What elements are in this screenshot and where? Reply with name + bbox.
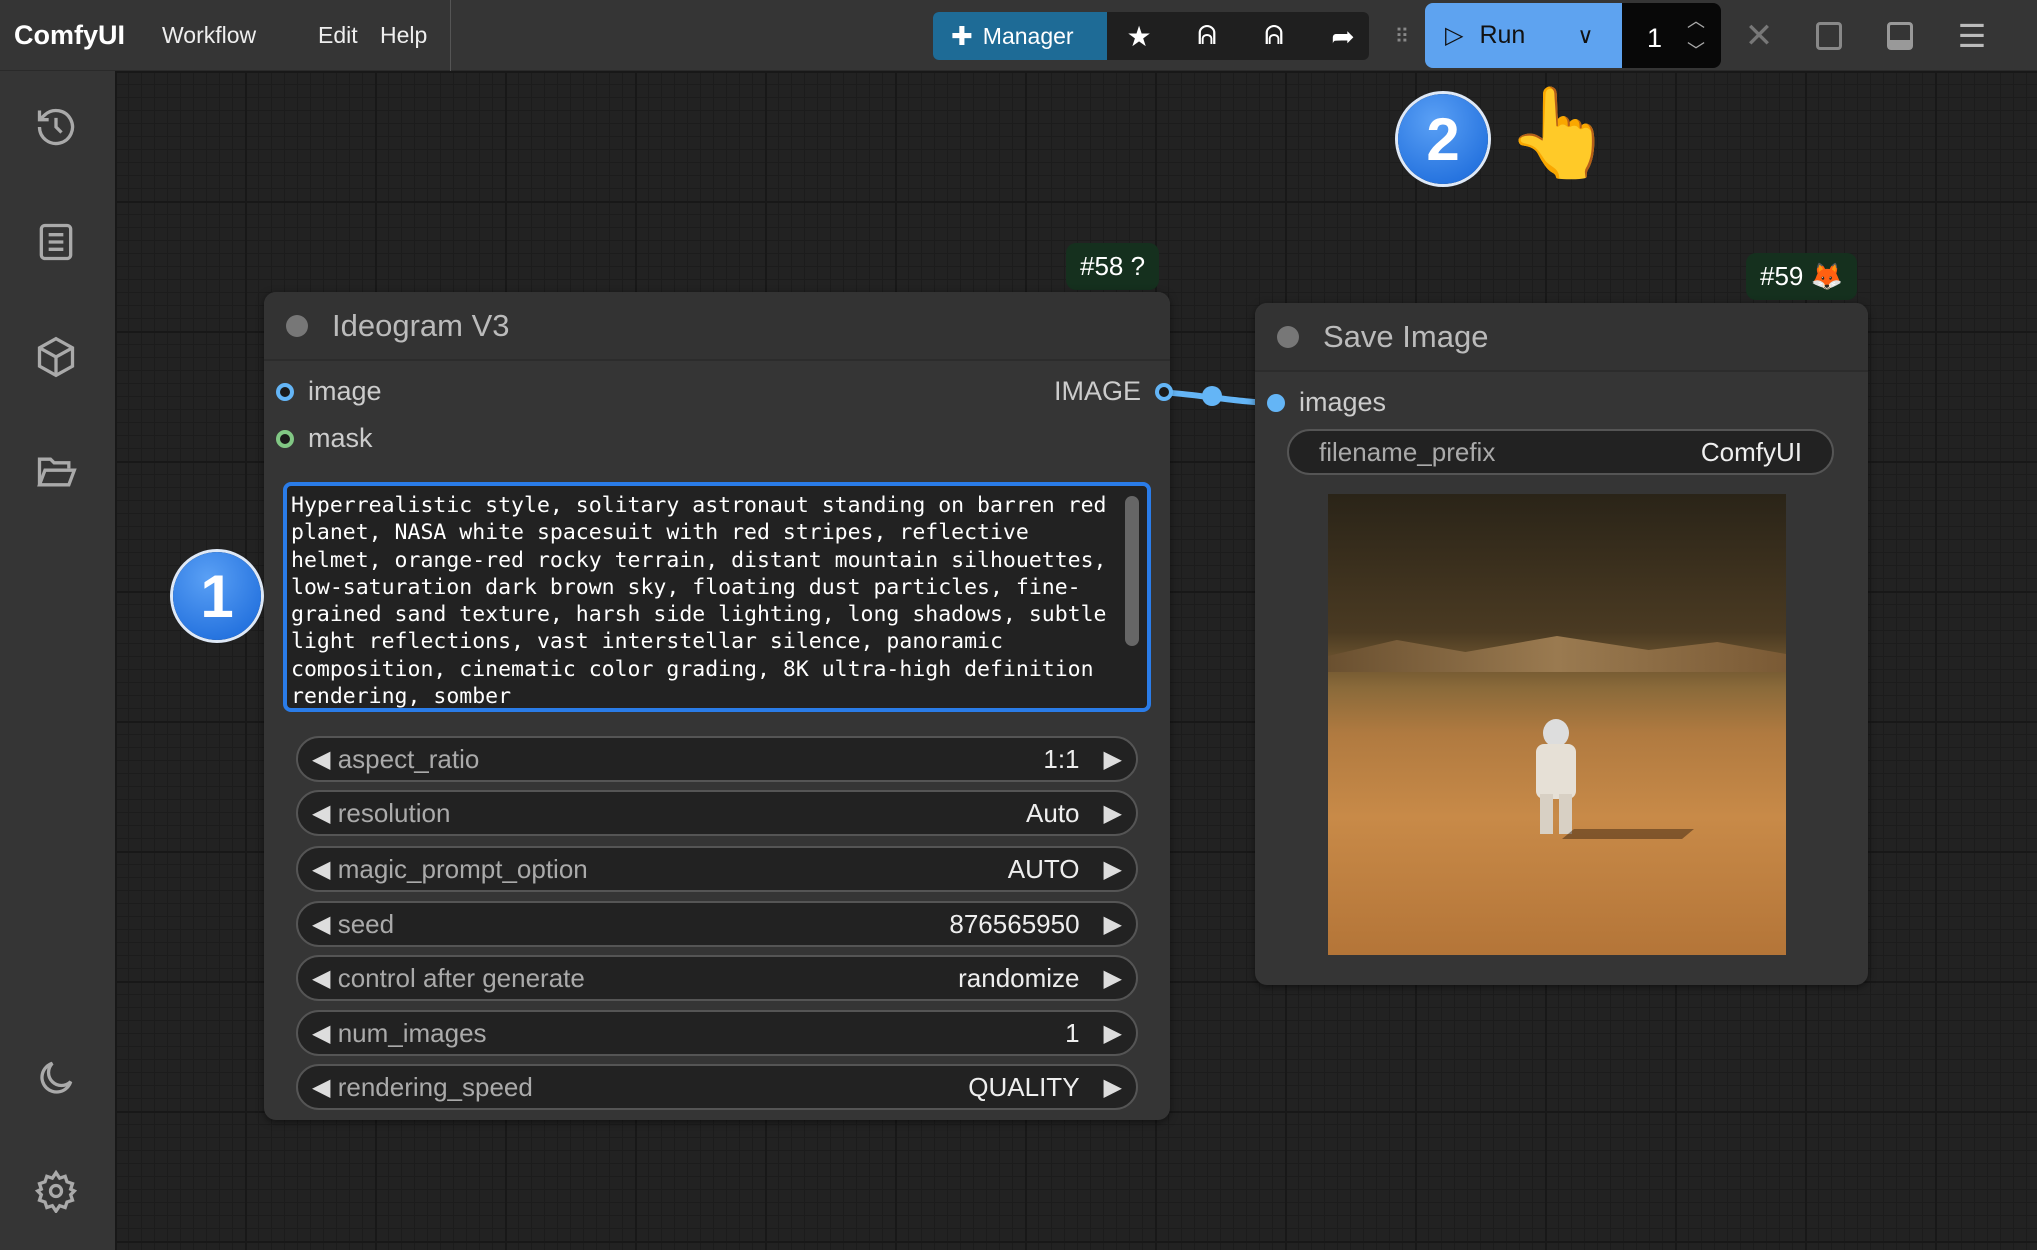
pointing-hand-icon: 👆 — [1505, 82, 1615, 185]
prompt-textarea[interactable]: Hyperrealistic style, solitary astronaut… — [283, 482, 1151, 712]
widget-label: magic_prompt_option — [338, 854, 588, 885]
arrow-right-icon[interactable]: ▶ — [1104, 910, 1122, 939]
scrollbar[interactable] — [1125, 496, 1139, 646]
arrow-right-icon[interactable]: ▶ — [1104, 855, 1122, 884]
arrow-right-icon[interactable]: ▶ — [1104, 799, 1122, 828]
widget-value: AUTO — [1008, 854, 1080, 885]
input-slot-image[interactable]: image — [276, 376, 382, 407]
slot-label: mask — [308, 423, 373, 454]
widget-value: ComfyUI — [1701, 437, 1802, 468]
slot-label: images — [1299, 387, 1386, 418]
widget-aspect-ratio[interactable]: ◀ aspect_ratio 1:1 ▶ — [296, 736, 1138, 782]
widget-label: seed — [338, 909, 394, 940]
input-slot-mask[interactable]: mask — [276, 423, 373, 454]
slot-dot[interactable] — [276, 430, 294, 448]
slot-dot[interactable] — [1155, 383, 1173, 401]
save-image-node[interactable]: Save Image images filename_prefix ComfyUI — [1255, 303, 1868, 985]
widget-resolution[interactable]: ◀ resolution Auto ▶ — [296, 790, 1138, 836]
arrow-right-icon[interactable]: ▶ — [1104, 964, 1122, 993]
widget-label: aspect_ratio — [338, 744, 480, 775]
widget-label: control after generate — [338, 963, 585, 994]
ideogram-v3-node[interactable]: Ideogram V3 image mask IMAGE Hyperrealis… — [264, 292, 1170, 1120]
generated-image-preview[interactable] — [1328, 494, 1786, 955]
output-slot-image[interactable]: IMAGE — [1054, 376, 1173, 407]
slot-label: image — [308, 376, 382, 407]
slot-dot[interactable] — [1267, 394, 1285, 412]
arrow-left-icon[interactable]: ◀ — [312, 799, 330, 828]
widget-value: QUALITY — [968, 1072, 1079, 1103]
arrow-left-icon[interactable]: ◀ — [312, 855, 330, 884]
node-id-badge-58: #58 ? — [1066, 243, 1159, 290]
node-title-bar[interactable]: Ideogram V3 — [264, 292, 1170, 361]
widget-value: 1 — [1065, 1018, 1079, 1049]
widget-label: resolution — [338, 798, 451, 829]
widget-value: randomize — [958, 963, 1079, 994]
arrow-left-icon[interactable]: ◀ — [312, 910, 330, 939]
step-1-annotation: 1 — [173, 552, 261, 640]
prompt-text: Hyperrealistic style, solitary astronaut… — [291, 493, 1119, 709]
widget-rendering-speed[interactable]: ◀ rendering_speed QUALITY ▶ — [296, 1064, 1138, 1110]
widget-num-images[interactable]: ◀ num_images 1 ▶ — [296, 1010, 1138, 1056]
arrow-left-icon[interactable]: ◀ — [312, 964, 330, 993]
widget-value: Auto — [1026, 798, 1080, 829]
node-title: Save Image — [1323, 319, 1488, 355]
widget-value: 876565950 — [949, 909, 1079, 940]
widget-filename-prefix[interactable]: filename_prefix ComfyUI — [1287, 429, 1834, 475]
node-title: Ideogram V3 — [332, 308, 510, 344]
widget-label: num_images — [338, 1018, 487, 1049]
arrow-left-icon[interactable]: ◀ — [312, 1019, 330, 1048]
arrow-right-icon[interactable]: ▶ — [1104, 1073, 1122, 1102]
input-slot-images[interactable]: images — [1267, 387, 1386, 418]
widget-seed[interactable]: ◀ seed 876565950 ▶ — [296, 901, 1138, 947]
widget-label: filename_prefix — [1319, 437, 1495, 468]
node-id-badge-59: #59 🦊 — [1746, 253, 1857, 300]
collapse-dot[interactable] — [1277, 326, 1299, 348]
node-title-bar[interactable]: Save Image — [1255, 303, 1868, 372]
arrow-right-icon[interactable]: ▶ — [1104, 745, 1122, 774]
arrow-left-icon[interactable]: ◀ — [312, 1073, 330, 1102]
step-2-annotation: 2 — [1398, 94, 1488, 184]
arrow-right-icon[interactable]: ▶ — [1104, 1019, 1122, 1048]
arrow-left-icon[interactable]: ◀ — [312, 745, 330, 774]
slot-label: IMAGE — [1054, 376, 1141, 407]
collapse-dot[interactable] — [286, 315, 308, 337]
widget-label: rendering_speed — [338, 1072, 533, 1103]
widget-control-after-generate[interactable]: ◀ control after generate randomize ▶ — [296, 955, 1138, 1001]
slot-dot[interactable] — [276, 383, 294, 401]
widget-value: 1:1 — [1043, 744, 1079, 775]
widget-magic-prompt-option[interactable]: ◀ magic_prompt_option AUTO ▶ — [296, 846, 1138, 892]
